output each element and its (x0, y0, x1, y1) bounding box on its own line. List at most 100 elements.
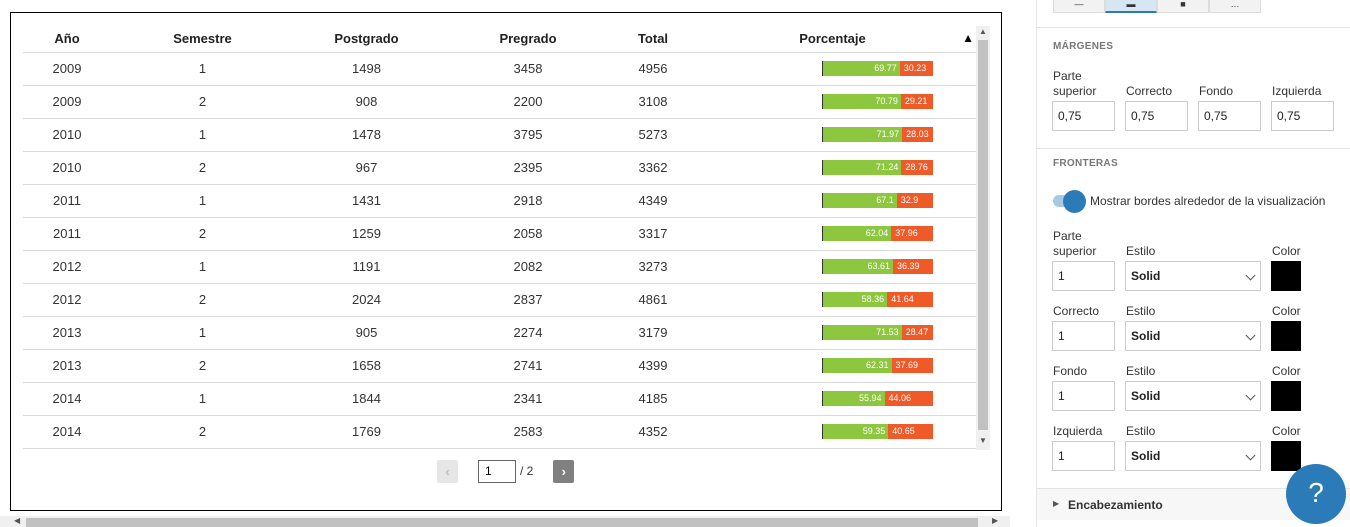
bar-segment-postgrado: 63.61 (823, 259, 893, 274)
table-vertical-scrollbar[interactable]: ▲ ▼ (976, 26, 990, 450)
cell-total: 3273 (617, 250, 689, 284)
table-body: 2009 1 1498 3458 4956 69.77 30.23 2009 2 908 2200 3… (23, 52, 976, 449)
bar-segment-pregrado: 36.39 (892, 259, 933, 274)
alignment-option-2[interactable]: ▬ (1105, 0, 1157, 13)
column-header-postgrado[interactable]: Postgrado (294, 25, 439, 53)
border-left-width-input[interactable] (1052, 441, 1115, 471)
help-button[interactable]: ? (1286, 464, 1346, 524)
page-number-input[interactable] (478, 459, 516, 483)
border-left-color-label: Color (1272, 424, 1301, 438)
cell-total: 3179 (617, 316, 689, 350)
border-bottom-style-select[interactable]: Solid (1125, 381, 1261, 411)
cell-porcentaje: 70.79 29.21 (689, 85, 976, 119)
cell-porcentaje: 59.35 40.65 (689, 415, 976, 449)
border-bottom-color-swatch[interactable] (1271, 381, 1301, 411)
border-right-style-select[interactable]: Solid (1125, 321, 1261, 351)
scroll-up-icon[interactable]: ▲ (978, 27, 988, 36)
border-top-color-swatch[interactable] (1271, 261, 1301, 291)
cell-semester: 2 (111, 415, 294, 449)
border-bottom-width-input[interactable] (1052, 381, 1115, 411)
table-row: 2010 1 1478 3795 5273 71.97 28.03 (23, 118, 976, 152)
data-table-container: Año Semestre Postgrado Pregrado Total Po… (23, 25, 976, 449)
table-row: 2010 2 967 2395 3362 71.24 28.76 (23, 151, 976, 185)
cell-pregrado: 3458 (439, 52, 617, 86)
border-right-label: Correcto (1053, 304, 1100, 318)
border-top-style-select[interactable]: Solid (1125, 261, 1261, 291)
table-row: 2013 2 1658 2741 4399 62.31 37.69 (23, 349, 976, 383)
column-header-total[interactable]: Total (617, 25, 689, 53)
margin-bottom-input[interactable] (1198, 101, 1261, 131)
cell-postgrado: 1431 (294, 184, 439, 218)
percentage-stacked-bar: 71.97 28.03 (822, 127, 933, 142)
borders-section-title: FRONTERAS (1053, 158, 1118, 169)
scroll-right-icon[interactable]: ▶ (992, 516, 998, 525)
settings-panel: — ▬ ■ … MÁRGENES Parte superior Correcto… (1036, 0, 1350, 527)
alignment-segmented-control: — ▬ ■ … (1053, 0, 1261, 13)
border-left-style-select[interactable]: Solid (1125, 441, 1261, 471)
app-canvas: Año Semestre Postgrado Pregrado Total Po… (0, 0, 1350, 527)
cell-pregrado: 2837 (439, 283, 617, 317)
horizontal-scrollbar[interactable]: ◀ ▶ (0, 516, 1010, 527)
cell-postgrado: 1658 (294, 349, 439, 383)
cell-year: 2011 (23, 217, 111, 251)
cell-porcentaje: 63.61 36.39 (689, 250, 976, 284)
bar-segment-postgrado: 71.24 (823, 160, 902, 175)
table-row: 2014 1 1844 2341 4185 55.94 44.06 (23, 382, 976, 416)
show-borders-toggle[interactable] (1053, 190, 1087, 213)
scrollbar-thumb[interactable] (978, 40, 988, 430)
cell-year: 2009 (23, 52, 111, 86)
bar-segment-postgrado: 55.94 (823, 391, 885, 406)
border-right-style-value: Solid (1131, 329, 1161, 343)
header-section-title: Encabezamiento (1068, 498, 1163, 512)
chevron-down-icon (1245, 330, 1256, 341)
page-total-label: / 2 (520, 464, 534, 478)
column-header-year[interactable]: Año (23, 25, 111, 53)
border-left-color-swatch[interactable] (1271, 441, 1301, 471)
bar-segment-pregrado: 32.9 (896, 193, 933, 208)
percentage-stacked-bar: 62.31 37.69 (822, 358, 933, 373)
column-header-pregrado[interactable]: Pregrado (439, 25, 617, 53)
next-page-button[interactable]: › (553, 459, 575, 483)
column-header-porcentaje[interactable]: Porcentaje ▲ (689, 25, 976, 53)
cell-pregrado: 2082 (439, 250, 617, 284)
previous-page-button[interactable]: ‹ (437, 459, 458, 483)
cell-postgrado: 1259 (294, 217, 439, 251)
margin-left-input[interactable] (1271, 101, 1334, 131)
data-table: Año Semestre Postgrado Pregrado Total Po… (23, 25, 976, 449)
cell-semester: 2 (111, 283, 294, 317)
column-header-semester[interactable]: Semestre (111, 25, 294, 53)
cell-total: 5273 (617, 118, 689, 152)
bar-segment-postgrado: 71.97 (823, 127, 903, 142)
percentage-stacked-bar: 67.1 32.9 (822, 193, 933, 208)
border-bottom-label: Fondo (1053, 364, 1088, 378)
border-right-width-input[interactable] (1052, 321, 1115, 351)
cell-year: 2011 (23, 184, 111, 218)
bar-segment-pregrado: 29.21 (900, 94, 933, 109)
cell-semester: 2 (111, 217, 294, 251)
cell-postgrado: 1498 (294, 52, 439, 86)
cell-semester: 2 (111, 85, 294, 119)
cell-postgrado: 908 (294, 85, 439, 119)
scroll-left-icon[interactable]: ◀ (14, 516, 20, 525)
cell-total: 3362 (617, 151, 689, 185)
alignment-option-4[interactable]: … (1209, 0, 1261, 13)
percentage-stacked-bar: 71.24 28.76 (822, 160, 933, 175)
alignment-option-1[interactable]: — (1053, 0, 1105, 13)
alignment-option-3[interactable]: ■ (1157, 0, 1209, 13)
table-row: 2011 1 1431 2918 4349 67.1 32.9 (23, 184, 976, 218)
scroll-down-icon[interactable]: ▼ (978, 436, 988, 445)
percentage-stacked-bar: 62.04 37.96 (822, 226, 933, 241)
horizontal-scrollbar-thumb[interactable] (26, 518, 978, 527)
border-left-style-value: Solid (1131, 449, 1161, 463)
margin-right-input[interactable] (1125, 101, 1188, 131)
chevron-down-icon (1245, 450, 1256, 461)
bar-segment-pregrado: 28.47 (901, 325, 933, 340)
cell-total: 4956 (617, 52, 689, 86)
cell-year: 2014 (23, 415, 111, 449)
cell-postgrado: 1769 (294, 415, 439, 449)
margin-top-input[interactable] (1052, 101, 1115, 131)
border-top-width-input[interactable] (1052, 261, 1115, 291)
cell-porcentaje: 71.97 28.03 (689, 118, 976, 152)
sort-ascending-icon[interactable]: ▲ (962, 31, 974, 45)
border-right-color-swatch[interactable] (1271, 321, 1301, 351)
